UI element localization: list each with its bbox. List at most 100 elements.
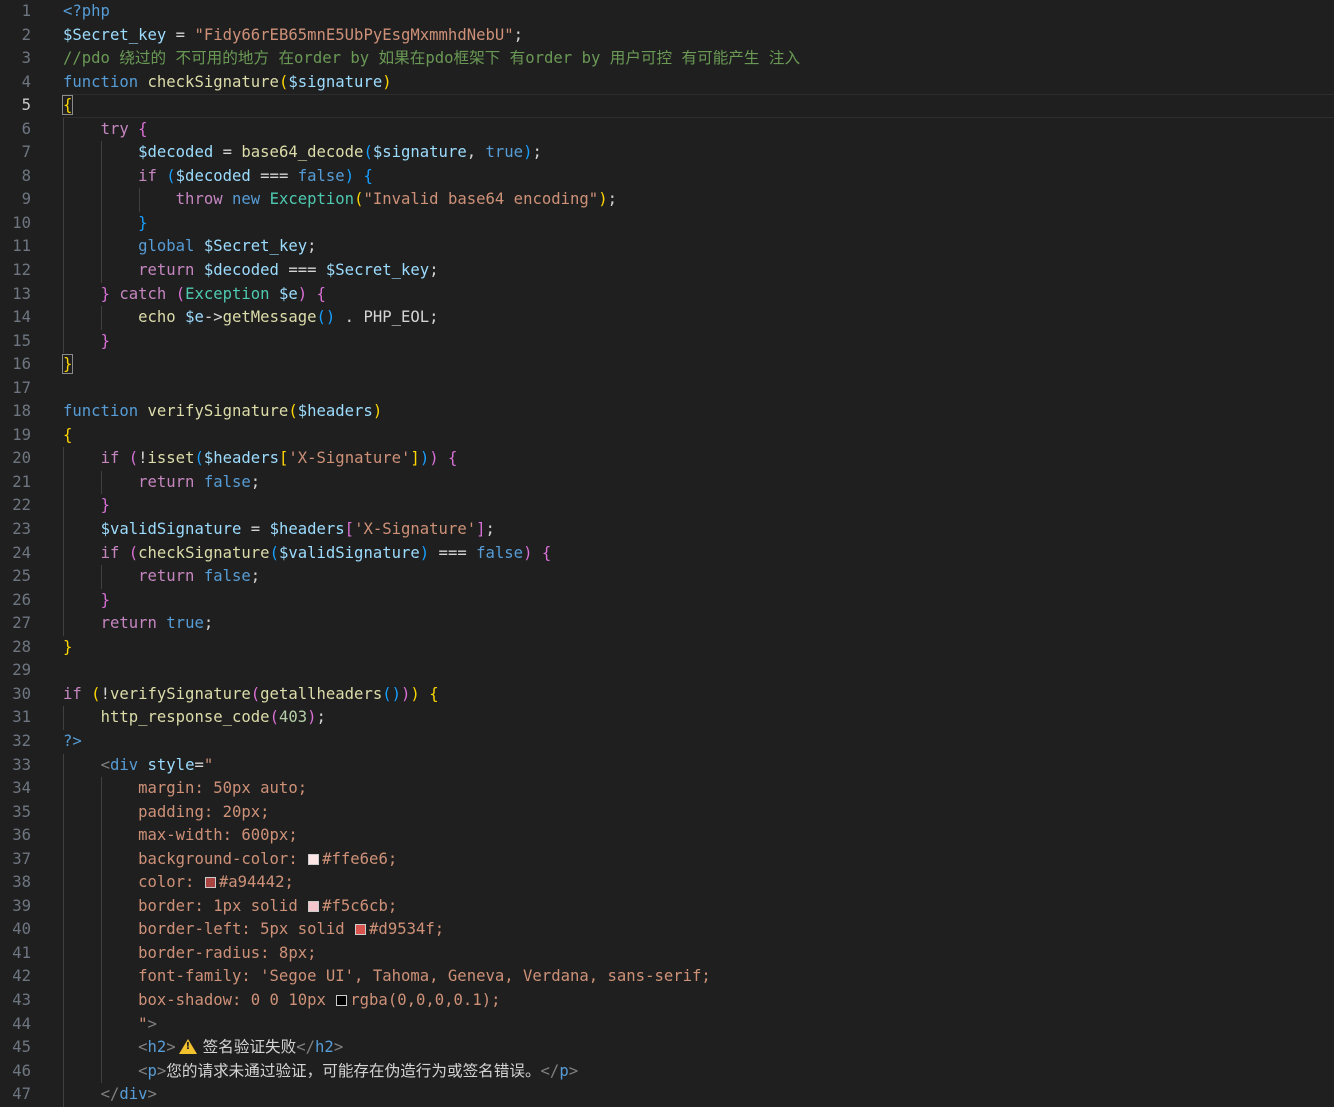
code-text[interactable]: border-radius: 8px; (63, 942, 316, 966)
code-line[interactable]: 32 ?> (0, 730, 1334, 754)
code-line[interactable]: 13 } catch (Exception $e) { (0, 282, 1334, 307)
code-line[interactable]: 8 if ($decoded === false) { (0, 164, 1334, 189)
code-line[interactable]: 9 throw new Exception("Invalid base64 en… (0, 188, 1334, 212)
color-swatch-icon[interactable] (355, 924, 367, 936)
code-line[interactable]: 11 global $Secret_key; (0, 235, 1334, 260)
code-line[interactable]: 18 function verifySignature($headers) (0, 400, 1334, 424)
code-text[interactable]: background-color: #ffe6e6; (63, 848, 397, 872)
code-line[interactable]: 44 "> (0, 1012, 1334, 1037)
code-line[interactable]: 47 </div> (0, 1083, 1334, 1107)
code-text[interactable]: <h2>签名验证失败</h2> (63, 1036, 343, 1060)
code-editor[interactable]: 1 <?php 2 $Secret_key = "Fidy66rEB65mnE5UbP… (0, 0, 1334, 1107)
code-line[interactable]: 10 } (0, 211, 1334, 236)
code-line[interactable]: 6 try { (0, 117, 1334, 142)
code-text[interactable]: box-shadow: 0 0 10px rgba(0,0,0,0.1); (63, 989, 500, 1013)
code-text[interactable]: } (63, 330, 110, 354)
code-text[interactable]: } (63, 589, 110, 613)
code-text[interactable]: ?> (63, 730, 82, 754)
code-line[interactable]: 1 <?php (0, 0, 1334, 24)
code-token: ( (250, 684, 261, 703)
code-text[interactable]: border: 1px solid #f5c6cb; (63, 895, 397, 919)
code-text[interactable]: <p>您的请求未通过验证，可能存在伪造行为或签名错误。</p> (63, 1060, 578, 1084)
code-line[interactable]: 35 padding: 20px; (0, 800, 1334, 825)
code-text[interactable]: } catch (Exception $e) { (63, 283, 326, 307)
code-text[interactable]: return true; (63, 612, 214, 636)
code-line[interactable]: 17 (0, 377, 1334, 401)
code-line[interactable]: 20 if (!isset($headers['X-Signature'])) … (0, 447, 1334, 471)
code-line[interactable]: 30 if (!verifySignature(getallheaders()))… (0, 683, 1334, 707)
code-line[interactable]: 16} (0, 353, 1334, 377)
code-text[interactable]: return false; (63, 565, 260, 589)
code-line[interactable]: 39 border: 1px solid #f5c6cb; (0, 894, 1334, 919)
code-text[interactable]: $Secret_key = "Fidy66rEB65mnE5UbPyEsgMxm… (63, 24, 523, 48)
color-swatch-icon[interactable] (308, 900, 320, 912)
code-line[interactable]: 7 $decoded = base64_decode($signature, t… (0, 141, 1334, 165)
code-text[interactable]: max-width: 600px; (63, 824, 298, 848)
color-swatch-icon[interactable] (204, 877, 216, 889)
code-text[interactable]: function verifySignature($headers) (63, 400, 382, 424)
color-swatch-icon[interactable] (308, 853, 320, 865)
code-text[interactable]: </div> (63, 1083, 157, 1107)
code-text[interactable]: global $Secret_key; (63, 235, 316, 259)
code-text[interactable]: throw new Exception("Invalid base64 enco… (63, 188, 617, 212)
code-text[interactable]: $decoded = base64_decode($signature, tru… (63, 141, 542, 165)
code-line[interactable]: 46 <p>您的请求未通过验证，可能存在伪造行为或签名错误。</p> (0, 1059, 1334, 1084)
code-line[interactable]: 29 (0, 659, 1334, 683)
code-text[interactable]: if (checkSignature($validSignature) === … (63, 542, 552, 566)
code-line[interactable]: 41 border-radius: 8px; (0, 941, 1334, 966)
code-line[interactable]: 34 margin: 50px auto; (0, 777, 1334, 801)
code-text[interactable]: "> (63, 1013, 157, 1037)
code-text[interactable]: if (!isset($headers['X-Signature'])) { (63, 447, 458, 471)
code-text[interactable]: function checkSignature($signature) (63, 71, 392, 95)
code-line[interactable]: 2 $Secret_key = "Fidy66rEB65mnE5UbPyEsgMx… (0, 24, 1334, 48)
code-text[interactable]: font-family: 'Segoe UI', Tahoma, Geneva,… (63, 965, 711, 989)
code-line[interactable]: 36 max-width: 600px; (0, 824, 1334, 848)
code-text[interactable]: } (61, 353, 74, 377)
code-text[interactable]: if ($decoded === false) { (63, 165, 373, 189)
code-line[interactable]: 28} (0, 636, 1334, 660)
code-text[interactable]: } (63, 636, 72, 660)
color-swatch-icon[interactable] (336, 994, 348, 1006)
code-line[interactable]: 22 } (0, 494, 1334, 519)
code-text[interactable]: http_response_code(403); (63, 706, 326, 730)
code-line[interactable]: 14 echo $e->getMessage() . PHP_EOL; (0, 306, 1334, 330)
code-text[interactable]: echo $e->getMessage() . PHP_EOL; (63, 306, 438, 330)
code-text[interactable]: //pdo 绕过的 不可用的地方 在order by 如果在pdo框架下 有or… (63, 47, 800, 71)
code-line[interactable]: 45 <h2>签名验证失败</h2> (0, 1036, 1334, 1060)
code-text[interactable]: { (63, 424, 72, 448)
code-text[interactable]: margin: 50px auto; (63, 777, 307, 801)
code-line[interactable]: 25 return false; (0, 565, 1334, 589)
code-text[interactable]: } (63, 212, 147, 236)
code-line[interactable]: 31 http_response_code(403); (0, 706, 1334, 730)
code-text[interactable]: padding: 20px; (63, 801, 269, 825)
code-text[interactable]: } (63, 494, 110, 518)
code-line[interactable]: 33 <div style=" (0, 753, 1334, 778)
code-text[interactable]: try { (63, 118, 148, 142)
code-line[interactable]: 3 //pdo 绕过的 不可用的地方 在order by 如果在pdo框架下 有o… (0, 47, 1334, 71)
code-text[interactable]: { (61, 94, 74, 118)
code-line[interactable]: 12 return $decoded === $Secret_key; (0, 259, 1334, 283)
code-line[interactable]: 24 if (checkSignature($validSignature) =… (0, 541, 1334, 566)
code-text[interactable]: if (!verifySignature(getallheaders())) { (63, 683, 439, 707)
code-line[interactable]: 27 return true; (0, 612, 1334, 636)
code-line[interactable]: 42 font-family: 'Segoe UI', Tahoma, Gene… (0, 965, 1334, 989)
code-text[interactable]: <?php (63, 0, 110, 24)
code-text[interactable]: <div style=" (63, 754, 214, 778)
code-line[interactable]: 15 } (0, 329, 1334, 354)
code-line[interactable]: 40 border-left: 5px solid #d9534f; (0, 918, 1334, 942)
code-token: ) (297, 284, 308, 303)
code-text[interactable]: color: #a94442; (63, 871, 294, 895)
code-text[interactable]: return $decoded === $Secret_key; (63, 259, 438, 283)
code-line[interactable]: 5{ (0, 94, 1334, 118)
code-text[interactable]: return false; (63, 471, 260, 495)
code-line[interactable]: 38 color: #a94442; (0, 871, 1334, 895)
code-text[interactable]: border-left: 5px solid #d9534f; (63, 918, 444, 942)
code-text[interactable]: $validSignature = $headers['X-Signature'… (63, 518, 495, 542)
code-line[interactable]: 19 { (0, 424, 1334, 448)
code-line[interactable]: 37 background-color: #ffe6e6; (0, 847, 1334, 872)
code-line[interactable]: 4 function checkSignature($signature) (0, 71, 1334, 95)
code-line[interactable]: 23 $validSignature = $headers['X-Signatu… (0, 518, 1334, 542)
code-line[interactable]: 26 } (0, 588, 1334, 613)
code-line[interactable]: 43 box-shadow: 0 0 10px rgba(0,0,0,0.1); (0, 988, 1334, 1013)
code-line[interactable]: 21 return false; (0, 470, 1334, 495)
